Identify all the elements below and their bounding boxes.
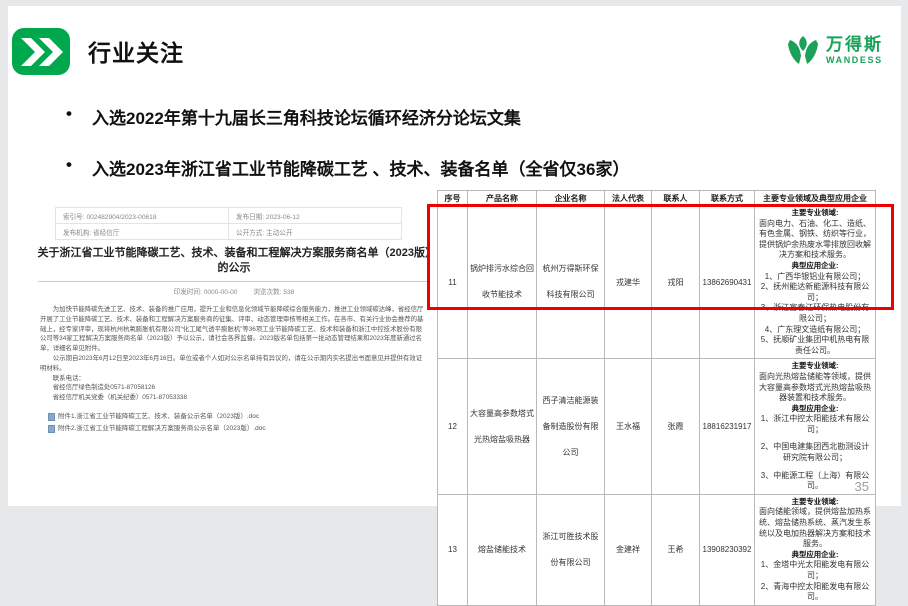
domain-label: 主要专业领域: [757, 497, 873, 508]
page-number: 35 [855, 479, 869, 494]
notice-date: 发布日期: 2023-06-12 [229, 208, 402, 224]
table-header-row: 序号 产品名称 企业名称 法人代表 联系人 联系方式 主要专业领域及典型应用企业 [438, 191, 876, 206]
supplier-table: 序号 产品名称 企业名称 法人代表 联系人 联系方式 主要专业领域及典型应用企业… [437, 190, 876, 606]
doc-file-icon [48, 413, 55, 421]
leaf-logo-icon [786, 34, 820, 66]
apps-label: 典型应用企业: [757, 404, 873, 415]
cell-contact: 王希 [652, 494, 700, 605]
app-item: 2、抚州能达新能源科技有限公司； [757, 282, 873, 303]
domain-text: 面向电力、石油、化工、造纸、有色金属、钢铁、纺织等行业，提供锅炉余热废水零排放回… [757, 219, 873, 261]
notice-contact-line: 省经信厅绿色制造处0571-87058126 [40, 383, 428, 393]
page-title: 行业关注 [88, 34, 184, 68]
cell-product: 锅炉排污水综合回收节能技术 [468, 206, 537, 359]
col-header-phone: 联系方式 [700, 191, 755, 206]
apps-label: 典型应用企业: [757, 261, 873, 272]
table-row: 11 锅炉排污水综合回收节能技术 杭州万得斯环保科技有限公司 戎建华 戎阳 13… [438, 206, 876, 359]
notice-paragraph: 公示期自2023年6月12日至2023年6月16日。单位或者个人如对公示名单持有… [40, 354, 428, 374]
cell-legal: 戎建华 [605, 206, 652, 359]
supplier-table-screenshot: 序号 产品名称 企业名称 法人代表 联系人 联系方式 主要专业领域及典型应用企业… [437, 190, 877, 606]
app-item: 2、青海中控太阳能发电有限公司。 [757, 582, 873, 603]
app-item: 4、广东理文造纸有限公司； [757, 325, 873, 336]
notice-paragraph: 为加快节能降碳先进工艺、技术、装备的推广应用，提升工业和信息化领域节能降碳综合服… [40, 305, 428, 354]
apps-label: 典型应用企业: [757, 550, 873, 561]
logo-cn-text: 万得斯 [826, 36, 883, 53]
cell-phone: 18816231917 [700, 359, 755, 495]
domain-label: 主要专业领域: [757, 361, 873, 372]
cell-company: 杭州万得斯环保科技有限公司 [537, 206, 605, 359]
domain-text: 面向光热熔盐储能等领域，提供大容量高参数塔式光热熔盐吸热器装置和技术服务。 [757, 372, 873, 404]
notice-print-info: 印发时间: 0000-00-00 浏览次数: 538 [28, 286, 440, 296]
cell-contact: 戎阳 [652, 206, 700, 359]
cell-legal: 王水福 [605, 359, 652, 495]
cell-phone: 13862690431 [700, 206, 755, 359]
cell-legal: 金建祥 [605, 494, 652, 605]
logo-en-text: WANDESS [826, 56, 883, 65]
notice-paragraph: 联系电话： [40, 374, 428, 384]
app-item: 3、浙江富春江环保热电股份有限公司； [757, 303, 873, 324]
doc-file-icon [48, 425, 55, 433]
cell-detail: 主要专业领域: 面向储能领域，提供熔盐加热系统、熔盐储热系统、蒸汽发生系统以及电… [755, 494, 876, 605]
view-count: 浏览次数: 538 [253, 289, 294, 296]
domain-label: 主要专业领域: [757, 208, 873, 219]
cell-phone: 13908230392 [700, 494, 755, 605]
attachment-list: 附件1.浙江省工业节能降碳工艺、技术、装备公示名单（2023版）.doc 附件2… [48, 411, 428, 435]
screenshot-root: { "header": { "title": "行业关注" }, "logo":… [0, 0, 908, 515]
cell-no: 12 [438, 359, 468, 495]
double-chevron-icon [12, 28, 70, 75]
bullet-item: 入选2022年第十九届长三角科技论坛循环经济分论坛文集 [66, 104, 846, 129]
notice-meta-table: 索引号: 002482904/2023-00618 发布日期: 2023-06-… [55, 207, 402, 240]
app-item: 2、中国电建集团西北勘测设计研究院有限公司； [757, 442, 873, 463]
cell-no: 13 [438, 494, 468, 605]
col-header-no: 序号 [438, 191, 468, 206]
cell-company: 浙江可胜技术股份有限公司 [537, 494, 605, 605]
notice-contact-line: 省经信厅机关党委（机关纪委）0571-87053338 [40, 393, 428, 403]
notice-screenshot: 索引号: 002482904/2023-00618 发布日期: 2023-06-… [28, 200, 441, 460]
attachment-link[interactable]: 附件1.浙江省工业节能降碳工艺、技术、装备公示名单（2023版）.doc [58, 411, 259, 423]
attachment-link[interactable]: 附件2.浙江省工业节能降碳工程解决方案服务商公示名单（2023版）.doc [58, 423, 266, 435]
cell-product: 熔盐储能技术 [468, 494, 537, 605]
cell-detail: 主要专业领域: 面向光热熔盐储能等领域，提供大容量高参数塔式光热熔盐吸热器装置和… [755, 359, 876, 495]
divider [38, 281, 430, 282]
notice-index: 索引号: 002482904/2023-00618 [56, 208, 229, 224]
company-logo: 万得斯 WANDESS [786, 34, 883, 66]
app-item: 5、抚顺矿业集团中机热电有限责任公司。 [757, 335, 873, 356]
col-header-contact: 联系人 [652, 191, 700, 206]
slide: 行业关注 万得斯 WANDESS 入选2022年第十九届长三角科技论坛循环经济分… [8, 6, 901, 506]
col-header-product: 产品名称 [468, 191, 537, 206]
col-header-legal: 法人代表 [605, 191, 652, 206]
cell-detail: 主要专业领域: 面向电力、石油、化工、造纸、有色金属、钢铁、纺织等行业，提供锅炉… [755, 206, 876, 359]
cell-company: 西子清洁能源装备制造股份有限公司 [537, 359, 605, 495]
bullet-item: 入选2023年浙江省工业节能降碳工艺 、技术、装备名单（全省仅36家） [66, 155, 846, 180]
cell-no: 11 [438, 206, 468, 359]
notice-agency: 发布机构: 省经信厅 [56, 224, 229, 240]
table-row: 12 大容量高参数塔式光热熔盐吸热器 西子清洁能源装备制造股份有限公司 王水福 … [438, 359, 876, 495]
notice-body: 为加快节能降碳先进工艺、技术、装备的推广应用，提升工业和信息化领域节能降碳综合服… [40, 305, 428, 403]
domain-text: 面向储能领域，提供熔盐加热系统、熔盐储热系统、蒸汽发生系统以及电加热器解决方案和… [757, 507, 873, 549]
app-item: 1、金塔中光太阳能发电有限公司； [757, 560, 873, 581]
table-row: 13 熔盐储能技术 浙江可胜技术股份有限公司 金建祥 王希 1390823039… [438, 494, 876, 605]
col-header-company: 企业名称 [537, 191, 605, 206]
cell-product: 大容量高参数塔式光热熔盐吸热器 [468, 359, 537, 495]
notice-title: 关于浙江省工业节能降碳工艺、技术、装备和工程解决方案服务商名单（2023版）的公… [36, 246, 432, 276]
cell-contact: 张霞 [652, 359, 700, 495]
col-header-domain: 主要专业领域及典型应用企业 [755, 191, 876, 206]
app-item: 1、浙江中控太阳能技术有限公司； [757, 414, 873, 435]
notice-mode: 公开方式: 主动公开 [229, 224, 402, 240]
print-time: 印发时间: 0000-00-00 [174, 289, 238, 296]
app-item: 1、广西华银铝业有限公司； [757, 272, 873, 283]
